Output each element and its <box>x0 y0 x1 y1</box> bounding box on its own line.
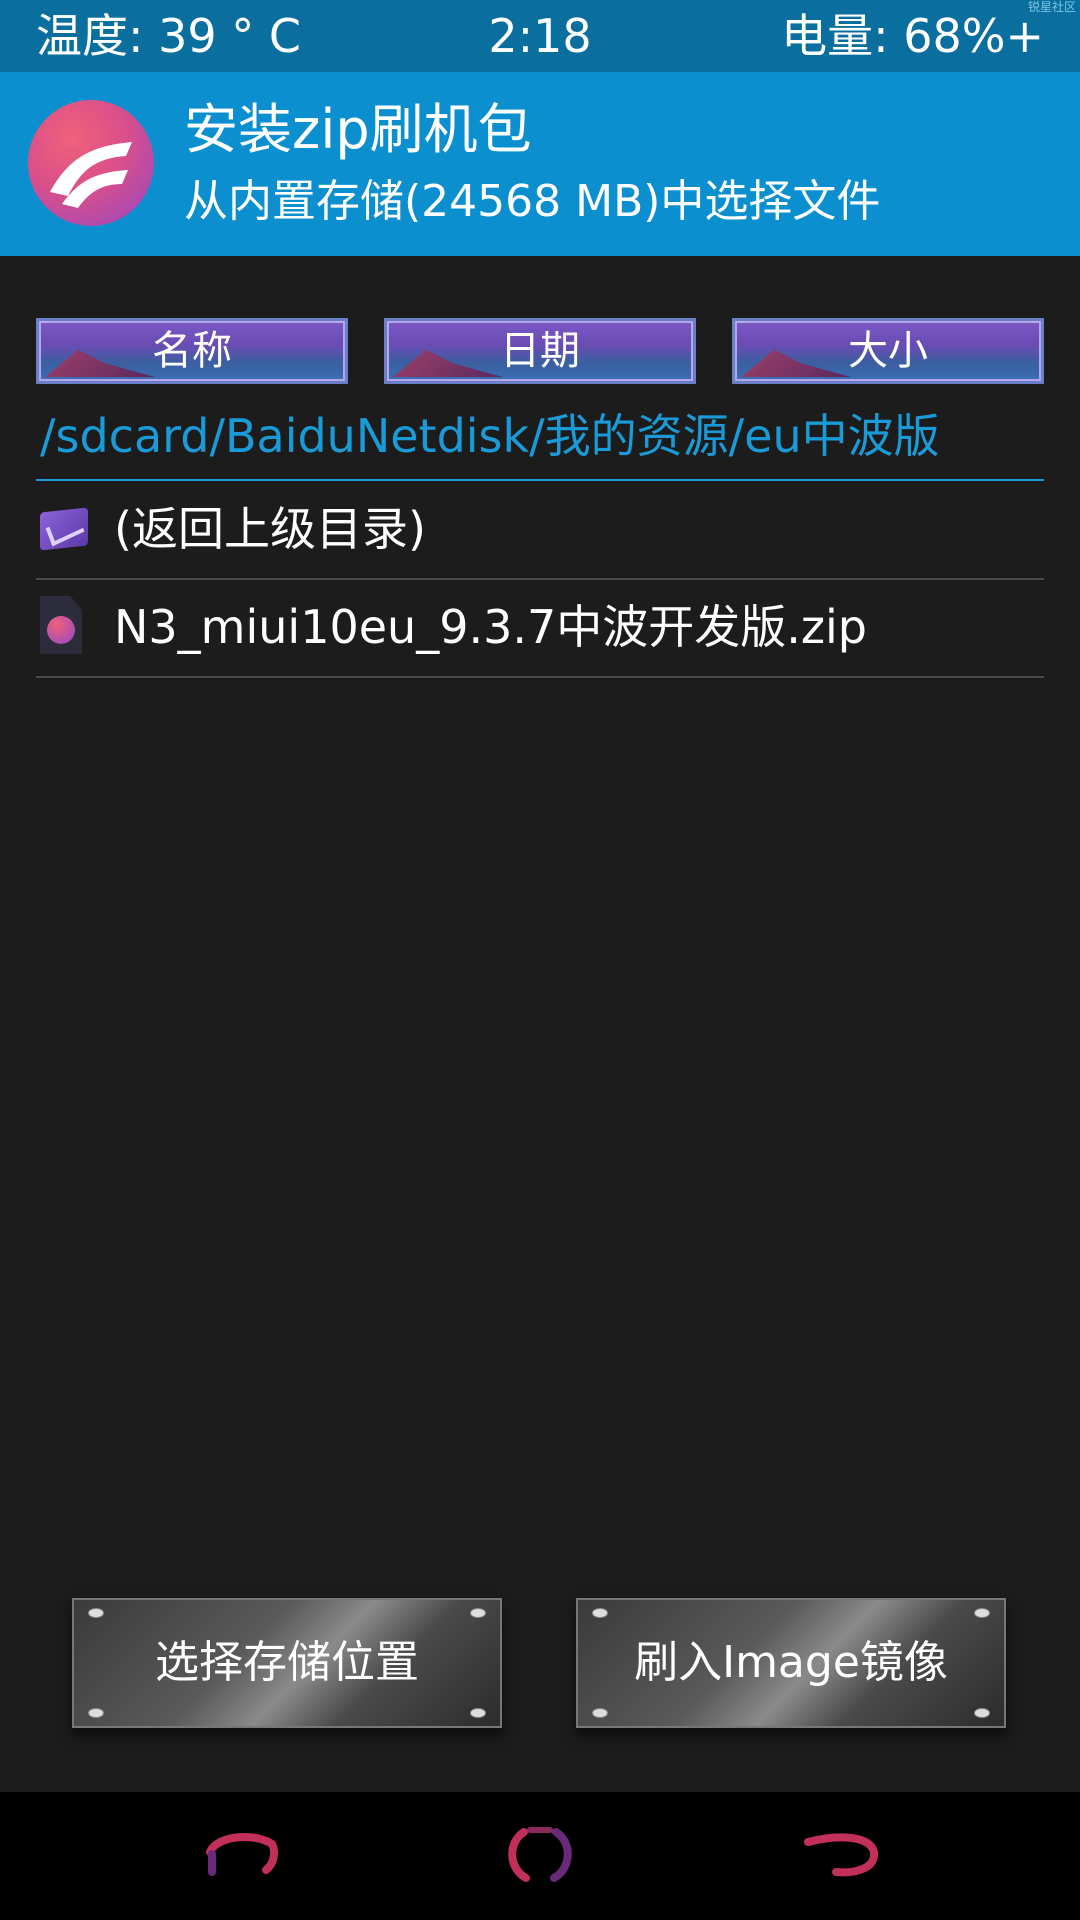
mountain-icon <box>45 349 155 377</box>
mountain-icon <box>741 349 851 377</box>
sort-by-date-button[interactable]: 日期 <box>384 318 696 384</box>
list-item-label: (返回上级目录) <box>114 502 426 556</box>
screw-icon <box>592 1708 608 1718</box>
path-divider <box>36 479 1044 481</box>
page-title: 安装zip刷机包 <box>184 98 532 161</box>
screw-icon <box>974 1708 990 1718</box>
sort-button-label: 日期 <box>500 328 580 374</box>
app-logo-icon <box>28 100 154 226</box>
list-item-label: N3_miui10eu_9.3.7中波开发版.zip <box>114 600 867 654</box>
battery-readout: 电量: 68%+ <box>781 9 1044 63</box>
status-bar: 温度: 39 ° C 2:18 电量: 68%+ 锐星社区 <box>0 0 1080 72</box>
list-item-parent-directory[interactable]: (返回上级目录) <box>36 482 1044 580</box>
flash-image-button[interactable]: 刷入Image镜像 <box>576 1598 1006 1728</box>
mountain-icon <box>393 349 503 377</box>
list-item-zip-file[interactable]: N3_miui10eu_9.3.7中波开发版.zip <box>36 580 1044 678</box>
flash-image-label: 刷入Image镜像 <box>634 1637 948 1688</box>
watermark: 锐星社区 <box>1027 0 1076 14</box>
zip-file-icon <box>40 596 82 654</box>
navigation-bar <box>0 1792 1080 1920</box>
select-storage-button[interactable]: 选择存储位置 <box>72 1598 502 1728</box>
sort-button-label: 大小 <box>848 328 928 374</box>
screw-icon <box>88 1708 104 1718</box>
screw-icon <box>592 1608 608 1618</box>
sort-button-label: 名称 <box>152 328 232 374</box>
select-storage-label: 选择存储位置 <box>155 1637 419 1688</box>
sort-by-name-button[interactable]: 名称 <box>36 318 348 384</box>
row-divider <box>36 676 1044 678</box>
page-subtitle: 从内置存储(24568 MB)中选择文件 <box>184 176 881 227</box>
sort-bar: 名称 日期 大小 <box>36 318 1044 384</box>
current-path: /sdcard/BaiduNetdisk/我的资源/eu中波版 <box>40 409 940 463</box>
screw-icon <box>974 1608 990 1618</box>
screen: 温度: 39 ° C 2:18 电量: 68%+ 锐星社区 安装zip刷机包 从… <box>0 0 1080 1920</box>
app-header: 安装zip刷机包 从内置存储(24568 MB)中选择文件 <box>0 72 1080 256</box>
recent-apps-icon[interactable] <box>800 1822 880 1888</box>
folder-up-icon <box>40 507 88 551</box>
screw-icon <box>470 1708 486 1718</box>
screw-icon <box>470 1608 486 1618</box>
sort-by-size-button[interactable]: 大小 <box>732 318 1044 384</box>
back-icon[interactable] <box>202 1822 282 1888</box>
screw-icon <box>88 1608 104 1618</box>
home-icon[interactable] <box>500 1822 580 1888</box>
